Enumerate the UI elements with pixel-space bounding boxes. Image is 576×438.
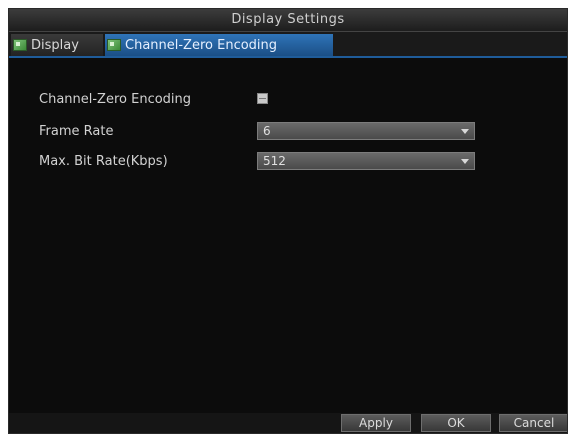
- display-icon: [13, 39, 27, 51]
- max-bitrate-label: Max. Bit Rate(Kbps): [39, 153, 168, 169]
- frame-rate-row: Frame Rate: [39, 121, 259, 141]
- channel-zero-icon: [107, 39, 121, 51]
- chevron-down-icon: [461, 129, 469, 134]
- button-bar: Apply OK Cancel: [9, 413, 567, 433]
- frame-rate-label: Frame Rate: [39, 123, 114, 139]
- frame-rate-select[interactable]: 6: [257, 122, 475, 140]
- window-title: Display Settings: [9, 9, 567, 32]
- display-settings-window: Display Settings Display Channel-Zero En…: [8, 8, 568, 434]
- cancel-button[interactable]: Cancel: [499, 414, 567, 432]
- max-bitrate-value: 512: [263, 154, 286, 168]
- ok-button[interactable]: OK: [421, 414, 491, 432]
- tab-channel-zero-label: Channel-Zero Encoding: [125, 37, 278, 53]
- frame-rate-value: 6: [263, 124, 271, 138]
- chevron-down-icon: [461, 159, 469, 164]
- channel-zero-checkbox[interactable]: [257, 93, 268, 104]
- tab-bar: Display Channel-Zero Encoding: [9, 32, 567, 58]
- tab-display-label: Display: [31, 37, 79, 53]
- channel-zero-label: Channel-Zero Encoding: [39, 91, 192, 107]
- max-bitrate-row: Max. Bit Rate(Kbps): [39, 151, 259, 171]
- max-bitrate-select[interactable]: 512: [257, 152, 475, 170]
- tab-channel-zero-encoding[interactable]: Channel-Zero Encoding: [105, 34, 333, 56]
- apply-button[interactable]: Apply: [341, 414, 411, 432]
- channel-zero-row: Channel-Zero Encoding: [39, 89, 259, 109]
- tab-display[interactable]: Display: [11, 34, 103, 56]
